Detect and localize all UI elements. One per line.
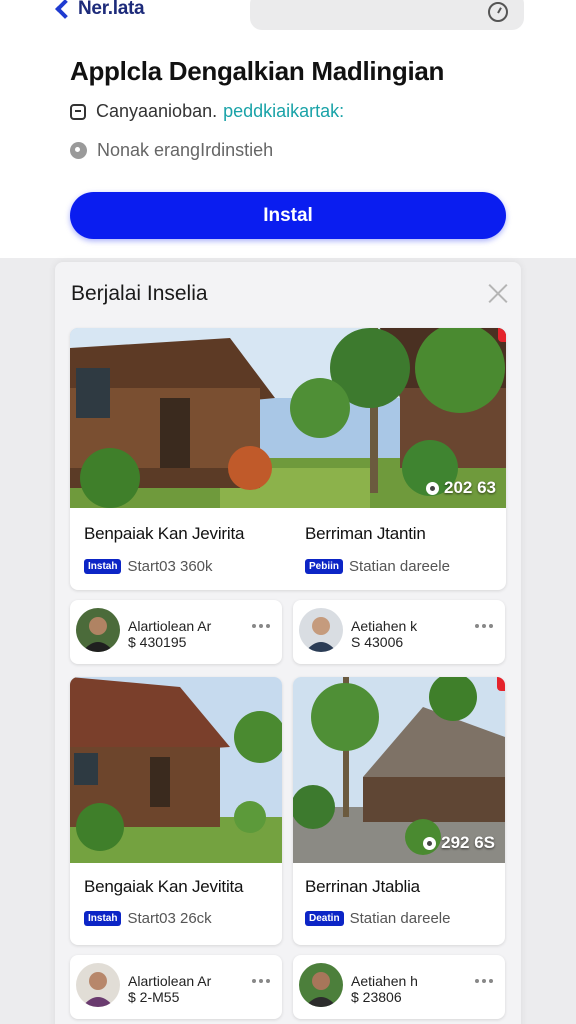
- card-tag: Pebiin: [305, 559, 344, 574]
- card-tag: Instah: [84, 911, 122, 926]
- close-icon[interactable]: [487, 282, 509, 304]
- clock-icon[interactable]: [488, 2, 508, 22]
- card-meta: Pebiin Statian dareele: [305, 558, 450, 575]
- card-title: Benpaiak Kan Jevirita: [84, 524, 245, 543]
- avatar: [299, 608, 343, 652]
- user-name: Alartiolean Ar: [128, 973, 212, 989]
- sheet-title: Berjalai Inselia: [71, 282, 208, 305]
- back-label: Ner.lata: [78, 0, 145, 19]
- search-bar[interactable]: [250, 0, 524, 30]
- card-sub: Start03 360k: [127, 558, 213, 575]
- more-icon[interactable]: [252, 624, 270, 628]
- likes-count: 292 6S: [441, 833, 495, 852]
- card-tag: Instah: [84, 559, 122, 574]
- listing-photo: 292 6S: [293, 677, 505, 863]
- info-label: Nonak erangIrdinstieh: [97, 140, 274, 160]
- card-sub: Statian dareele: [349, 910, 451, 927]
- red-marker: [497, 677, 505, 691]
- avatar: [299, 963, 343, 1007]
- card-meta: Deatin Statian dareele: [305, 910, 450, 927]
- back-button[interactable]: Ner.lata: [52, 0, 145, 20]
- user-name: Aetiahen h: [351, 973, 418, 989]
- avatar: [76, 608, 120, 652]
- developer-row: Canyaanioban. peddkiaikartak:: [70, 101, 344, 122]
- user-card[interactable]: Aetiahen h $ 23806: [293, 955, 505, 1019]
- developer-label: Canyaanioban.: [96, 101, 218, 121]
- more-icon[interactable]: [475, 624, 493, 628]
- chat-icon: [70, 103, 86, 120]
- user-price: S 43006: [351, 634, 404, 650]
- user-card[interactable]: Alartiolean Ar $ 430195: [70, 600, 282, 664]
- likes-badge: 292 6S: [423, 833, 495, 853]
- info-row: Nonak erangIrdinstieh: [70, 140, 273, 161]
- heart-icon: [423, 836, 437, 850]
- user-price: $ 2-M55: [128, 989, 180, 1005]
- more-icon[interactable]: [252, 979, 270, 983]
- featured-card[interactable]: 202 63 Benpaiak Kan Jevirita Instah Star…: [70, 328, 506, 590]
- card-title: Berrinan Jtablia: [305, 877, 420, 896]
- card-sub: Start03 26ck: [127, 910, 212, 927]
- listing-card[interactable]: Bengaiak Kan Jevitita Instah Start03 26c…: [70, 677, 282, 945]
- chevron-left-icon: [55, 0, 75, 19]
- user-price: $ 430195: [128, 634, 187, 650]
- user-name: Aetiahen k: [351, 618, 418, 634]
- card-meta: Instah Start03 360k: [84, 558, 213, 575]
- card-meta: Instah Start03 26ck: [84, 910, 212, 927]
- more-icon[interactable]: [475, 979, 493, 983]
- info-icon: [70, 142, 87, 159]
- user-price: $ 23806: [351, 989, 402, 1005]
- user-card[interactable]: Alartiolean Ar $ 2-M55: [70, 955, 282, 1019]
- card-title: Bengaiak Kan Jevitita: [84, 877, 244, 896]
- install-button[interactable]: Instal: [70, 192, 506, 239]
- gallery-sheet: Berjalai Inselia 202 63 Benpaiak Kan Jev…: [55, 262, 521, 1024]
- app-header: Ner.lata Applcla Dengalkian Madlingian C…: [0, 0, 576, 258]
- red-marker: [498, 328, 506, 342]
- user-name: Alartiolean Ar: [128, 618, 212, 634]
- card-tag: Deatin: [305, 911, 344, 926]
- card-sub: Statian dareele: [349, 558, 450, 575]
- listing-photo: [70, 677, 282, 863]
- heart-icon: [426, 481, 439, 495]
- card-title: Berriman Jtantin: [305, 524, 426, 543]
- likes-badge: 202 63: [426, 478, 496, 498]
- listing-card[interactable]: 292 6S Berrinan Jtablia Deatin Statian d…: [293, 677, 505, 945]
- featured-photo: 202 63: [70, 328, 506, 508]
- user-card[interactable]: Aetiahen k S 43006: [293, 600, 505, 664]
- app-title: Applcla Dengalkian Madlingian: [70, 56, 445, 86]
- avatar: [76, 963, 120, 1007]
- likes-count: 202 63: [444, 478, 496, 497]
- developer-link[interactable]: peddkiaikartak:: [223, 101, 344, 122]
